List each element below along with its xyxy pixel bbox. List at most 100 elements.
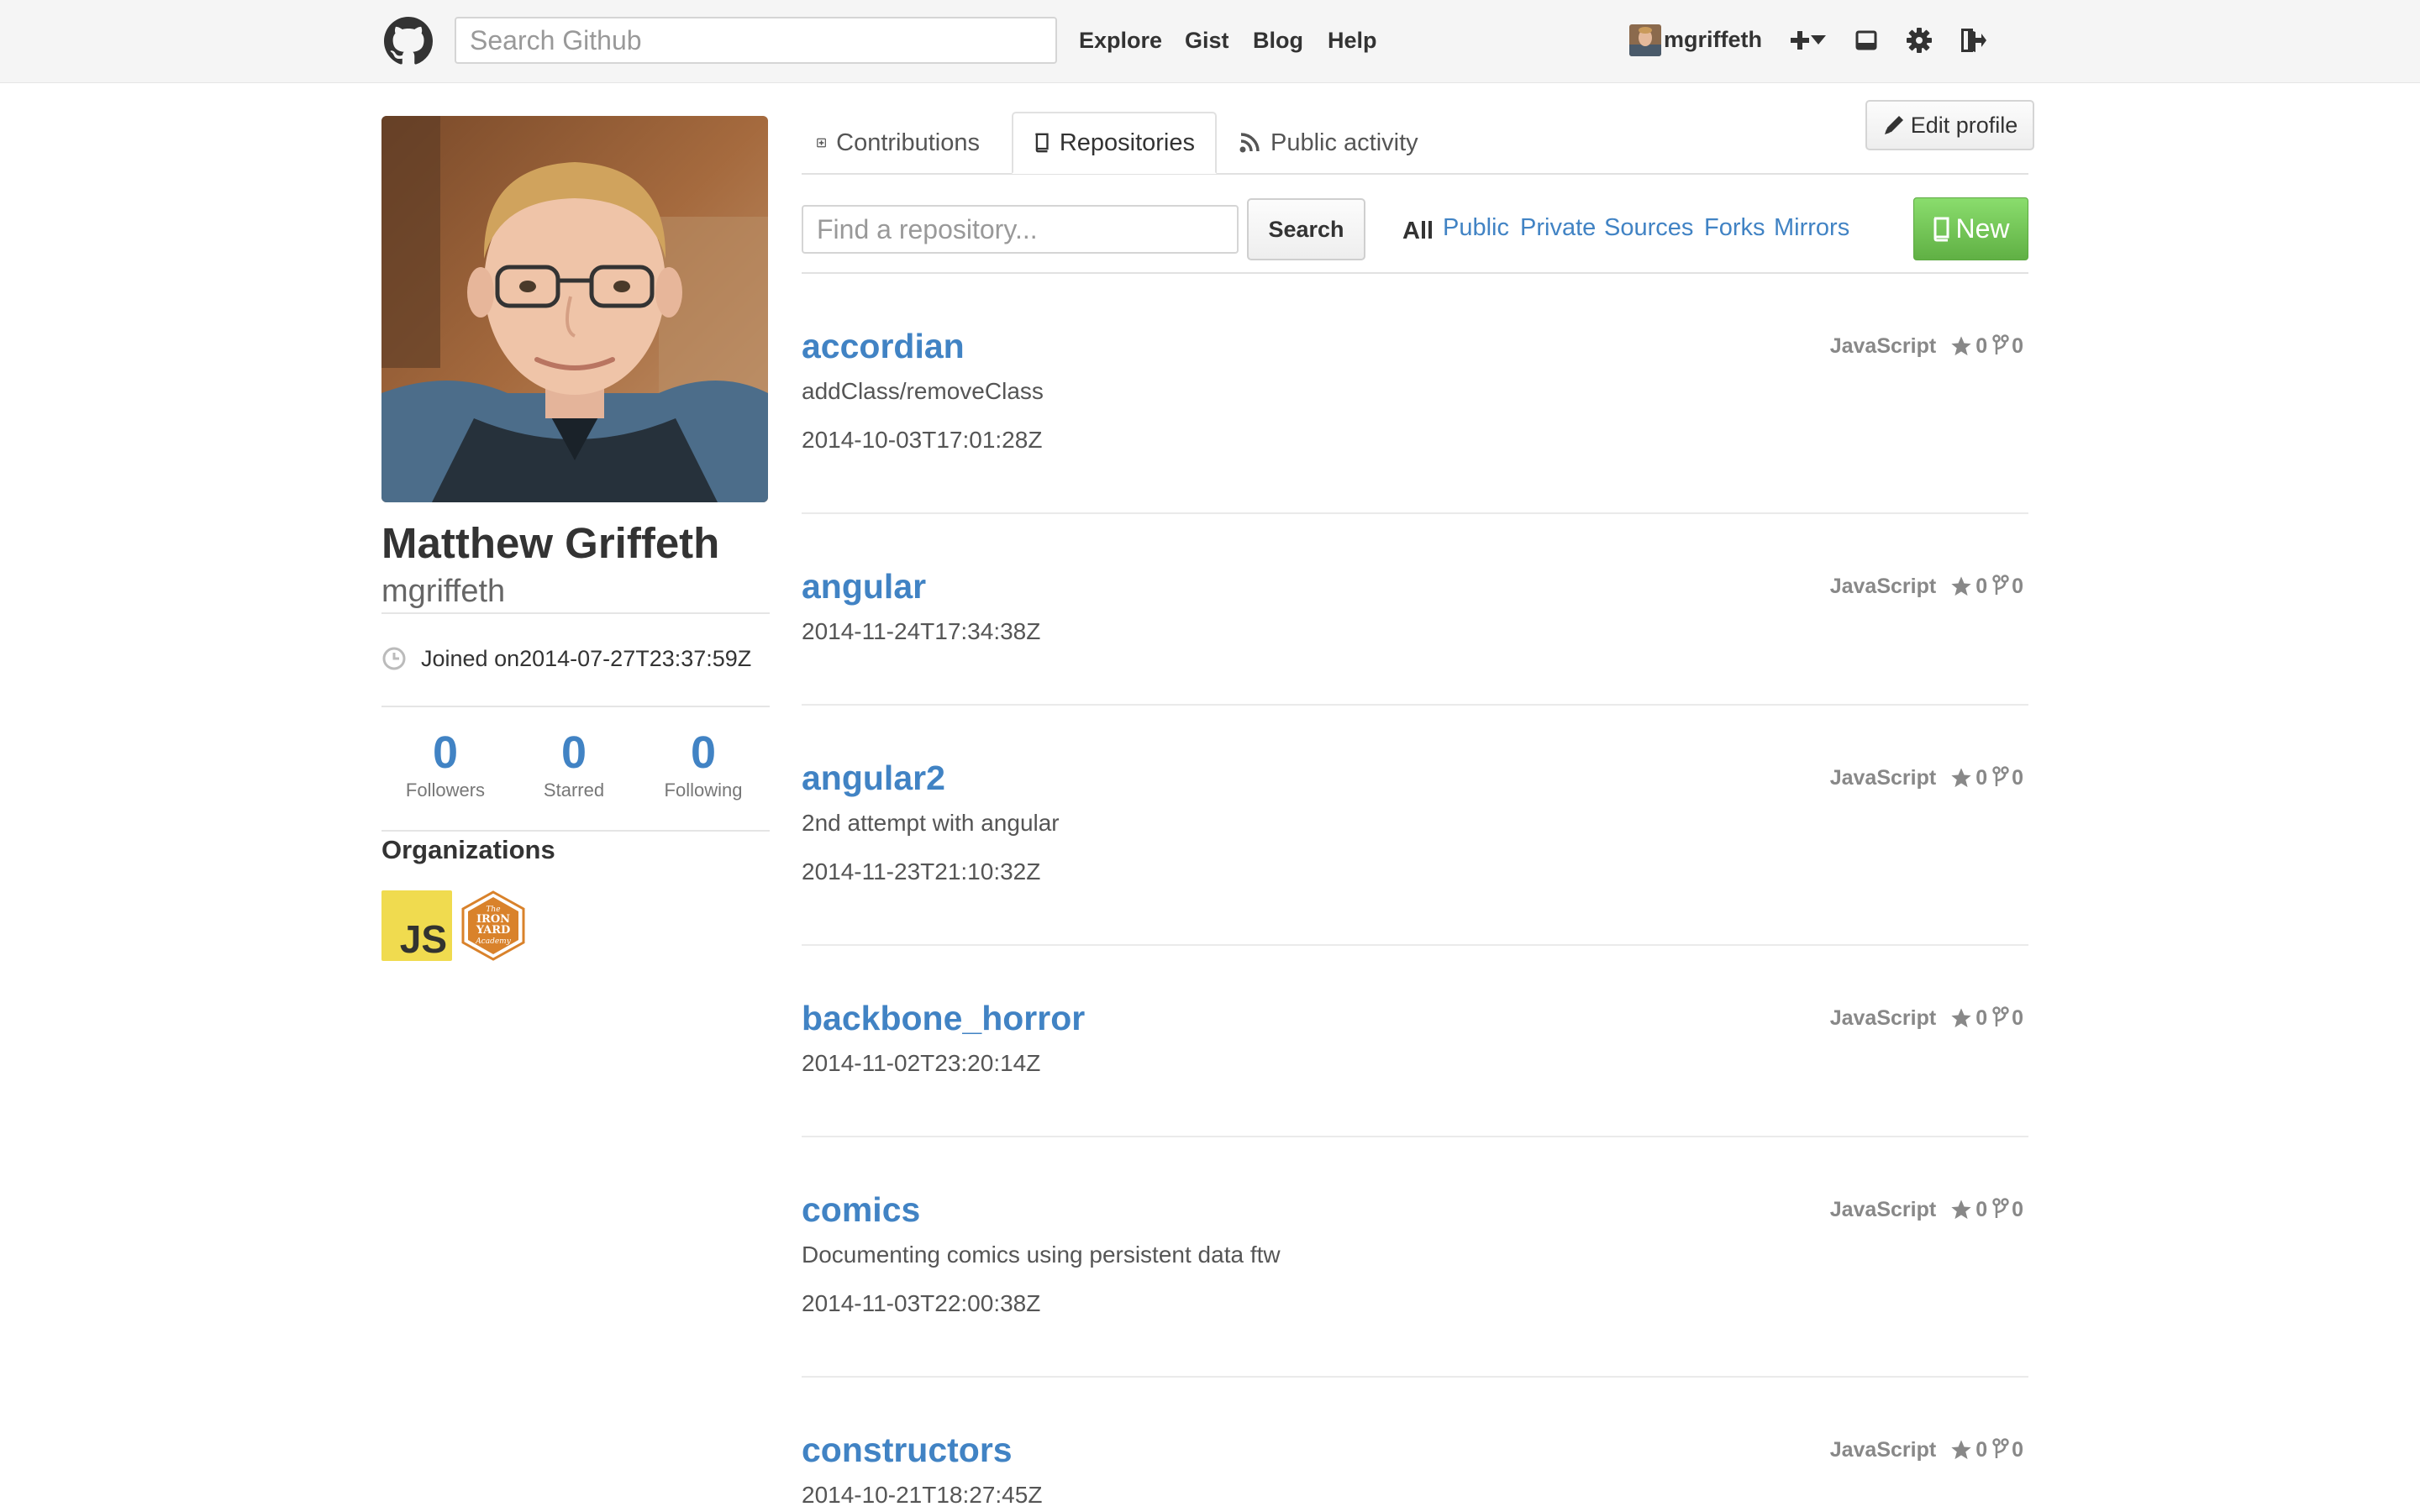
repo-divider [802, 704, 2028, 706]
star-icon[interactable] [1949, 766, 1973, 790]
caret-down-icon [1811, 35, 1826, 45]
followers-stat[interactable]: 0 Followers [382, 727, 508, 803]
tab-contributions[interactable]: Contributions [797, 112, 1000, 174]
repo-forks[interactable]: 0 [2012, 331, 2023, 361]
repo-forks[interactable]: 0 [2012, 763, 2023, 793]
repo-forks[interactable]: 0 [2012, 1194, 2023, 1225]
tab-repositories[interactable]: Repositories [1012, 112, 1217, 174]
repo-forks[interactable]: 0 [2012, 1435, 2023, 1465]
top-header: Explore Gist Blog Help mgriffeth [0, 0, 2420, 83]
repo-updated: 2014-11-02T23:20:14Z [802, 1050, 1041, 1076]
filter-sources[interactable]: Sources [1604, 213, 1693, 243]
repo-divider [802, 512, 2028, 514]
joined-date: Joined on2014-07-27T23:37:59Z [421, 646, 752, 671]
repo-language: JavaScript [1829, 575, 1937, 598]
filter-divider [802, 272, 2028, 274]
pencil-icon [1884, 116, 1903, 134]
starred-stat[interactable]: 0 Starred [511, 727, 637, 803]
repo-updated: 2014-11-24T17:34:38Z [802, 618, 1041, 644]
repo-updated: 2014-11-03T22:00:38Z [802, 1290, 1041, 1316]
tab-repositories-label: Repositories [1059, 129, 1195, 156]
fork-icon[interactable] [1992, 1006, 2009, 1030]
repo-language: JavaScript [1829, 334, 1937, 358]
repo-search-button[interactable]: Search [1247, 198, 1365, 260]
filter-public[interactable]: Public [1443, 213, 1509, 243]
inbox-icon[interactable] [1854, 24, 1879, 57]
repo-book-icon [1933, 217, 1949, 241]
repo-stars[interactable]: 0 [1975, 1194, 1987, 1225]
following-stat[interactable]: 0 Following [640, 727, 766, 803]
starred-label: Starred [543, 780, 605, 801]
tab-public-activity[interactable]: Public activity [1218, 112, 1445, 174]
repo-description: Documenting comics using persistent data… [802, 1242, 1281, 1268]
nav-blog-link[interactable]: Blog [1253, 25, 1303, 55]
repo-name-link[interactable]: angular2 [802, 756, 945, 800]
nav-gist-link[interactable]: Gist [1185, 25, 1229, 55]
repo-name-link[interactable]: angular [802, 564, 926, 608]
repo-name-link[interactable]: backbone_horror [802, 996, 1085, 1040]
find-repository-input[interactable] [802, 205, 1239, 254]
fork-icon[interactable] [1992, 575, 2009, 598]
repo-stars[interactable]: 0 [1975, 331, 1987, 361]
edit-profile-label: Edit profile [1910, 112, 2018, 138]
sign-out-icon[interactable] [1958, 24, 1988, 57]
nav-explore-link[interactable]: Explore [1079, 25, 1162, 55]
repo-stars[interactable]: 0 [1975, 763, 1987, 793]
repo-meta: JavaScript 0 0 [1830, 331, 2028, 361]
repo-meta: JavaScript 0 0 [1830, 1003, 2028, 1033]
star-icon[interactable] [1949, 334, 1973, 358]
filter-private[interactable]: Private [1520, 213, 1596, 243]
following-label: Following [664, 780, 743, 801]
repo-name-link[interactable]: constructors [802, 1428, 1013, 1472]
repo-meta: JavaScript 0 0 [1830, 1194, 2028, 1225]
github-logo-icon[interactable] [384, 17, 433, 66]
repo-meta: JavaScript 0 0 [1830, 571, 2028, 601]
star-icon[interactable] [1949, 1006, 1973, 1030]
repo-description: 2nd attempt with angular [802, 810, 1060, 836]
star-icon[interactable] [1949, 575, 1973, 598]
repo-stars[interactable]: 0 [1975, 571, 1987, 601]
nav-help-link[interactable]: Help [1328, 25, 1377, 55]
filter-mirrors[interactable]: Mirrors [1774, 213, 1849, 243]
fork-icon[interactable] [1992, 1438, 2009, 1462]
fork-icon[interactable] [1992, 1198, 2009, 1221]
new-repo-button[interactable]: New [1913, 197, 2028, 260]
repo-name-link[interactable]: comics [802, 1188, 920, 1231]
user-avatar[interactable] [1629, 24, 1661, 56]
clock-icon [382, 647, 406, 670]
repo-stars[interactable]: 0 [1975, 1003, 1987, 1033]
repo-description: addClass/removeClass [802, 378, 1044, 404]
header-username[interactable]: mgriffeth [1664, 24, 1762, 55]
star-icon[interactable] [1949, 1198, 1973, 1221]
star-icon[interactable] [1949, 1438, 1973, 1462]
github-search-input[interactable] [455, 17, 1057, 64]
org-avatar-iron-yard[interactable]: The IRON YARD Academy [458, 890, 529, 961]
create-new-menu[interactable] [1786, 24, 1828, 57]
org-avatar-javascript[interactable]: JS [381, 890, 452, 961]
plus-square-icon [817, 138, 826, 148]
gear-icon[interactable] [1906, 24, 1933, 57]
repo-language: JavaScript [1829, 1006, 1937, 1030]
divider [381, 706, 770, 707]
repo-forks[interactable]: 0 [2012, 571, 2023, 601]
profile-full-name: Matthew Griffeth [381, 519, 720, 567]
edit-profile-button[interactable]: Edit profile [1865, 100, 2034, 150]
repo-updated: 2014-11-23T21:10:32Z [802, 858, 1041, 885]
repo-updated: 2014-10-21T18:27:45Z [802, 1482, 1043, 1508]
plus-icon [1791, 31, 1809, 50]
repo-name-link[interactable]: accordian [802, 324, 965, 368]
following-count[interactable]: 0 [640, 727, 766, 778]
filter-forks[interactable]: Forks [1704, 213, 1765, 243]
fork-icon[interactable] [1992, 766, 2009, 790]
starred-count[interactable]: 0 [511, 727, 637, 778]
org-iy-line-3: YARD [476, 924, 511, 937]
repo-forks[interactable]: 0 [2012, 1003, 2023, 1033]
org-js-text: JS [399, 917, 447, 961]
repo-stars[interactable]: 0 [1975, 1435, 1987, 1465]
filter-all[interactable]: All [1402, 216, 1434, 246]
followers-count[interactable]: 0 [382, 727, 508, 778]
repo-meta: JavaScript 0 0 [1830, 1435, 2028, 1465]
new-repo-label: New [1955, 213, 2010, 244]
fork-icon[interactable] [1992, 334, 2009, 358]
followers-label: Followers [405, 780, 486, 801]
